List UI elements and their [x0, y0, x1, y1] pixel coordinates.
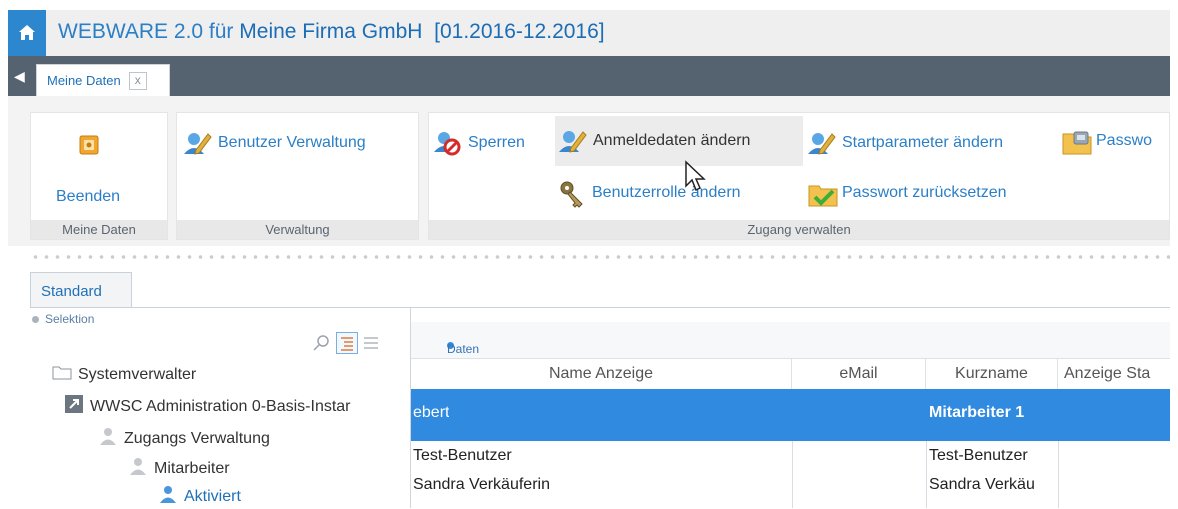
startparameter-aendern-label: Startparameter ändern	[842, 134, 1003, 151]
home-icon	[19, 25, 35, 40]
link-icon	[64, 394, 84, 419]
user-edit-icon	[184, 130, 212, 156]
user-active-icon	[158, 484, 178, 509]
tree-item-label: Mitarbeiter	[154, 459, 230, 477]
folder-lock-icon	[1062, 128, 1092, 155]
ribbon-group-label: Zugang verwalten	[429, 220, 1169, 239]
column-header-kurzname[interactable]: Kurzname	[926, 359, 1058, 389]
keys-icon	[558, 180, 586, 208]
tree-item-aktiviert[interactable]: Aktiviert	[158, 484, 241, 509]
tree-view-toggle-icon[interactable]	[336, 332, 358, 354]
benutzerrolle-aendern-label: Benutzerrolle ändern	[592, 184, 741, 201]
mouse-cursor-icon	[684, 160, 708, 199]
selection-header-label: Selektion	[45, 312, 95, 326]
ribbon-group-label: Verwaltung	[177, 220, 418, 239]
app-title: WEBWARE 2.0 für Meine Firma GmbH [01.201…	[58, 20, 605, 44]
tree-item-label: Aktiviert	[184, 487, 241, 505]
startparameter-aendern-button[interactable]: Startparameter ändern	[808, 130, 1003, 156]
benutzer-verwaltung-label: Benutzer Verwaltung	[218, 134, 366, 151]
data-header-text: Daten	[447, 342, 480, 356]
user-block-icon	[434, 130, 462, 156]
passwort-label: Passwo	[1096, 132, 1153, 149]
column-header-anzeige-status[interactable]: Anzeige Sta	[1058, 359, 1170, 389]
cell-kurzname: Mitarbeiter 1	[929, 404, 1025, 421]
tree-item-systemverwalter[interactable]: Systemverwalter	[52, 364, 196, 385]
exit-icon[interactable]	[78, 134, 100, 161]
search-icon[interactable]	[313, 334, 331, 357]
title-prefix: WEBWARE 2.0 für	[58, 20, 240, 43]
beenden-label: Beenden	[56, 188, 121, 205]
folder-icon	[52, 364, 72, 385]
table-row-selected[interactable]	[411, 389, 1170, 441]
sperren-label: Sperren	[468, 134, 525, 151]
cell-name: ebert	[413, 404, 450, 421]
tab-standard[interactable]: Standard	[30, 272, 132, 308]
tab-strip: ◀	[8, 56, 1170, 96]
tree-item-label: Zugangs Verwaltung	[124, 429, 270, 447]
separator	[30, 252, 1170, 262]
cell-kurzname: Sandra Verkäu	[929, 476, 1035, 493]
column-header-email[interactable]: eMail	[792, 359, 926, 389]
selection-header: Selektion	[32, 312, 94, 326]
cell-name: Test-Benutzer	[413, 447, 512, 464]
cell-kurzname: Test-Benutzer	[929, 447, 1028, 464]
tree-item-wwsc-administration[interactable]: WWSC Administration 0-Basis-Instar	[64, 394, 351, 419]
tree-item-label: Systemverwalter	[78, 365, 197, 383]
passwort-button[interactable]: Passwo	[1062, 128, 1153, 155]
user-edit-icon	[559, 128, 587, 154]
anmeldedaten-aendern-label: Anmeldedaten ändern	[593, 132, 751, 149]
passwort-zuruecksetzen-button[interactable]: Passwort zurücksetzen	[808, 180, 1007, 207]
tree-item-zugangs-verwaltung[interactable]: Zugangs Verwaltung	[98, 426, 270, 451]
list-view-toggle-icon[interactable]	[362, 334, 380, 357]
user-group-icon	[98, 426, 118, 451]
company-name: Meine Firma GmbH	[239, 20, 423, 43]
passwort-zuruecksetzen-label: Passwort zurücksetzen	[842, 184, 1007, 201]
user-edit-icon	[808, 130, 836, 156]
data-panel-header: Daten	[411, 322, 1170, 359]
tree-item-label: WWSC Administration 0-Basis-Instar	[90, 397, 351, 415]
beenden-button[interactable]: Beenden	[56, 188, 120, 206]
anmeldedaten-aendern-button[interactable]: Anmeldedaten ändern	[555, 116, 803, 166]
collapse-dot-icon	[32, 316, 39, 323]
sperren-button[interactable]: Sperren	[434, 130, 525, 156]
tree-item-mitarbeiter[interactable]: Mitarbeiter	[128, 456, 230, 481]
tabs-scroll-left-icon[interactable]: ◀	[14, 68, 25, 85]
cell-name: Sandra Verkäuferin	[413, 476, 550, 493]
tab-standard-label: Standard	[41, 283, 102, 300]
window-edge	[0, 0, 8, 508]
benutzerrolle-aendern-button[interactable]: Benutzerrolle ändern	[558, 180, 741, 208]
home-button[interactable]	[8, 10, 46, 56]
benutzer-verwaltung-button[interactable]: Benutzer Verwaltung	[184, 130, 366, 156]
period: [01.2016-12.2016]	[434, 20, 605, 43]
tab-close-icon[interactable]: x	[128, 71, 147, 90]
user-icon	[128, 456, 148, 481]
tab-meine-daten[interactable]: Meine Daten x	[36, 64, 170, 96]
ribbon-group-label: Meine Daten	[31, 220, 167, 239]
table-row[interactable]	[411, 441, 1170, 471]
tab-label: Meine Daten	[47, 73, 121, 88]
column-header-name[interactable]: Name Anzeige	[411, 359, 792, 389]
folder-check-icon	[808, 180, 838, 207]
